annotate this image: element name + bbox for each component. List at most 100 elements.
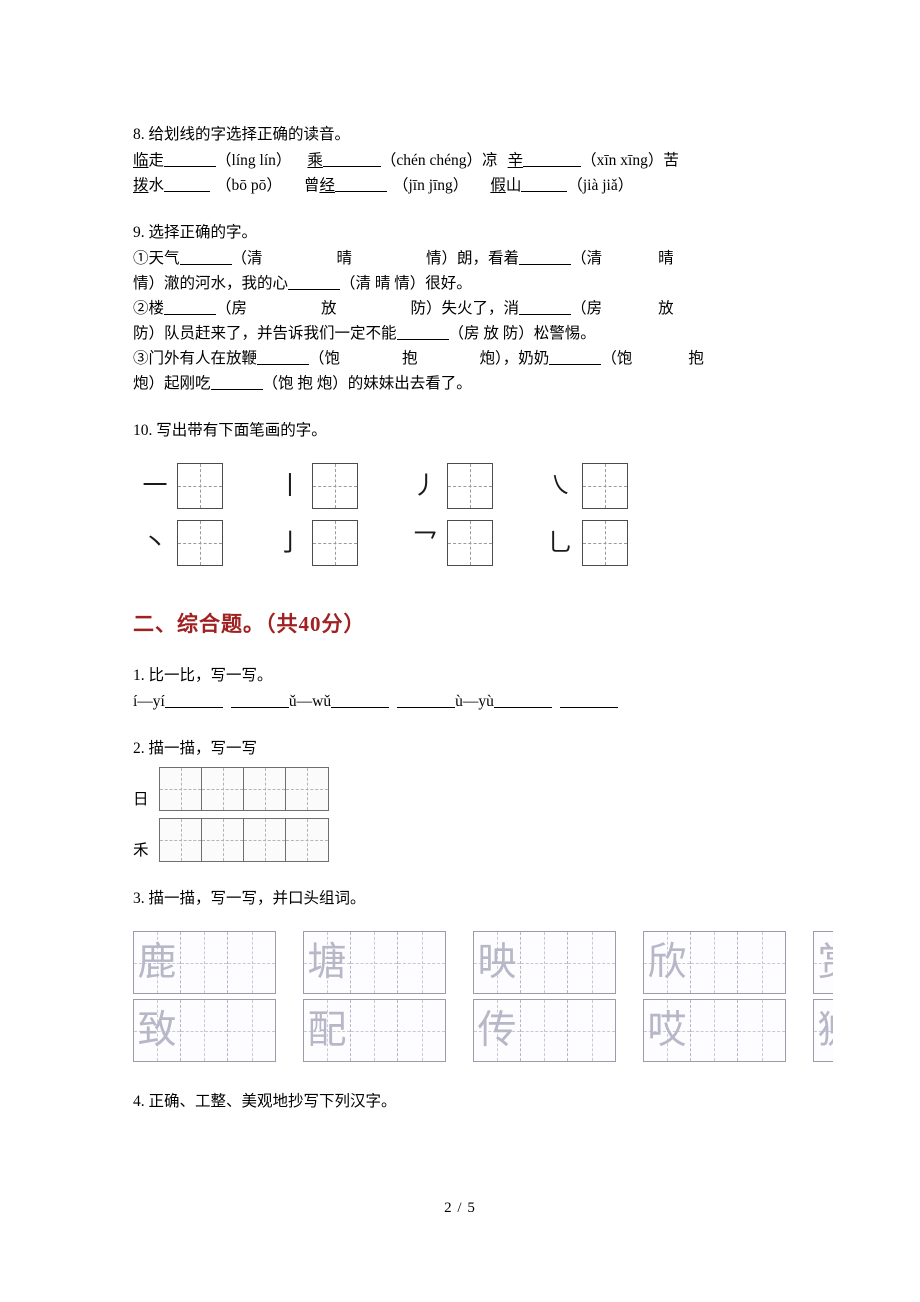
q9-i2-g: 防）队员赶来了，并告诉我们一定不能 [133,325,397,342]
q9-i2-blank-1[interactable] [164,300,217,315]
s2q1-blank-4[interactable] [397,693,456,708]
answer-box[interactable] [582,519,628,566]
char-cell-blank[interactable] [228,932,275,993]
char-cell-blank[interactable] [181,1000,228,1061]
q8-blank-2[interactable] [322,152,381,167]
q8-underlined-jing: 经 [319,177,335,194]
char-cell-blank[interactable] [521,1000,568,1061]
char-group-xin[interactable]: 欣 [643,931,786,994]
q9-i2-blank-2[interactable] [519,300,572,315]
char-group-shang[interactable]: 赏 [813,931,833,994]
stroke-heng-icon: 一 [142,471,168,500]
answer-box[interactable] [177,462,223,509]
char-cell-model[interactable]: 赏 [814,932,833,993]
char-cell-blank[interactable] [691,1000,738,1061]
char-cell-blank[interactable] [568,1000,615,1061]
char-cell-blank[interactable] [568,932,615,993]
char-cell-model[interactable]: 映 [474,932,521,993]
char-cell-model[interactable]: 致 [134,1000,181,1061]
char-group-zhi[interactable]: 致 [133,999,276,1062]
q9-i2-a: ②楼 [133,300,165,317]
question-9-item-3: ③门外有人在放鞭 （饱 抱 炮），奶奶 （饱 抱 [133,346,793,371]
char-cell-blank[interactable] [398,1000,445,1061]
trace-cell[interactable] [160,768,202,810]
q8-underlined-cheng: 乘 [307,152,323,169]
trace-cell[interactable] [244,768,286,810]
s2q1-blank-1[interactable] [164,693,223,708]
q8-blank-3[interactable] [523,152,582,167]
stroke-hengzhe-icon: 乛 [412,528,438,557]
trace-strip[interactable] [159,767,329,811]
char-glyph-lu: 鹿 [137,940,177,985]
s2q1-title: 1. 比一比，写一写。 [133,667,273,684]
char-cell-blank[interactable] [521,932,568,993]
q9-i3-blank-3[interactable] [210,375,263,390]
stroke-pair-shugou: 亅 [268,519,403,566]
answer-box[interactable] [312,519,358,566]
stroke-dian-icon: 丶 [142,528,168,557]
char-cell-model[interactable]: 塘 [304,932,351,993]
q8-options-1: （líng lín） [216,152,292,169]
char-cell-blank[interactable] [691,932,738,993]
char-group-tang[interactable]: 塘 [303,931,446,994]
char-group-chuan[interactable]: 传 [473,999,616,1062]
q9-i3-a: ③门外有人在放鞭 [133,350,258,367]
s2q1-pair-3: ù—yù [455,693,494,710]
char-cell-model[interactable]: 欣 [644,932,691,993]
char-cell-blank[interactable] [181,932,228,993]
trace-cell[interactable] [244,819,286,861]
s2q1-blank-5[interactable] [493,693,552,708]
q9-i3-h: （饱 抱 炮）的妹妹出去看了。 [262,375,472,392]
trace-cell[interactable] [286,819,328,861]
s2q1-blank-6[interactable] [559,693,618,708]
char-cell-blank[interactable] [351,1000,398,1061]
char-cell-blank[interactable] [738,932,785,993]
char-group-pei[interactable]: 配 [303,999,446,1062]
answer-box[interactable] [177,519,223,566]
answer-box[interactable] [447,462,493,509]
trace-cell[interactable] [160,819,202,861]
section2-question-2: 2. 描一描，写一写 日 禾 [133,736,793,862]
q8-options-2: （chén chéng） [380,152,483,169]
q8-blank-1[interactable] [164,152,217,167]
q9-i2-e: （房 [571,300,603,317]
q8-underlined-lin: 临 [133,152,149,169]
char-cell-model[interactable]: 配 [304,1000,351,1061]
char-cell-blank[interactable] [398,932,445,993]
stroke-pair-hengzhe: 乛 [403,519,538,566]
char-group-ai[interactable]: 哎 [643,999,786,1062]
trace-strip[interactable] [159,818,329,862]
q9-i1-blank-2[interactable] [519,250,572,265]
char-cell-model[interactable]: 哎 [644,1000,691,1061]
trace-cell[interactable] [202,819,244,861]
char-cell-blank[interactable] [351,932,398,993]
trace-cell[interactable] [202,768,244,810]
char-cell-model[interactable]: 狮 [814,1000,833,1061]
char-group-ying[interactable]: 映 [473,931,616,994]
answer-box[interactable] [582,462,628,509]
q9-i3-f: 抱 [688,350,704,367]
q9-i3-blank-1[interactable] [257,350,310,365]
char-cell-model[interactable]: 鹿 [134,932,181,993]
answer-box[interactable] [312,462,358,509]
q8-blank-6[interactable] [521,177,568,192]
q9-i1-blank-3[interactable] [288,275,341,290]
char-cell-blank[interactable] [228,1000,275,1061]
char-cell-model[interactable]: 传 [474,1000,521,1061]
s2q1-blank-2[interactable] [230,693,289,708]
char-group-shi[interactable]: 狮 [813,999,833,1062]
q9-i1-blank-1[interactable] [179,250,232,265]
q8-blank-4[interactable] [164,177,211,192]
q9-i1-c: 晴 [336,250,353,267]
trace-cell[interactable] [286,768,328,810]
s2q1-blank-3[interactable] [331,693,390,708]
q9-i1-a: ①天气 [133,250,180,267]
char-cell-blank[interactable] [738,1000,785,1061]
char-glyph-ai: 哎 [647,1008,687,1053]
q9-i2-blank-3[interactable] [396,325,449,340]
char-group-lu[interactable]: 鹿 [133,931,276,994]
answer-box[interactable] [447,519,493,566]
q9-i3-blank-2[interactable] [549,350,602,365]
char-glyph-shang: 赏 [814,932,833,993]
q8-blank-5[interactable] [334,177,387,192]
